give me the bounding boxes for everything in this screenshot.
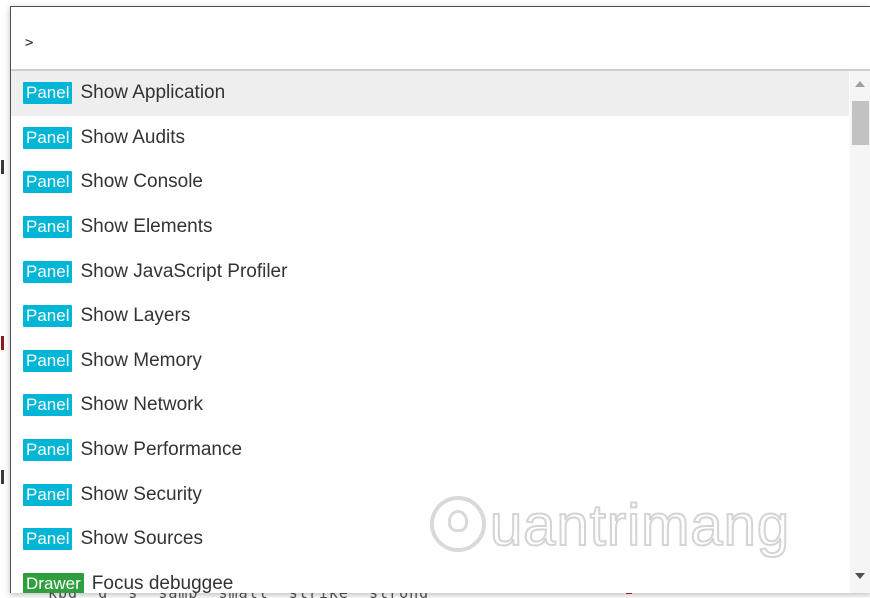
command-input[interactable] (25, 31, 845, 55)
command-item[interactable]: Panel Show Console (11, 160, 849, 205)
command-label: Show Memory (80, 349, 202, 371)
category-badge: Panel (23, 439, 73, 462)
command-label: Show Elements (80, 216, 213, 238)
background-glyph (1, 336, 4, 350)
command-menu: PanelShow ApplicationPanelShow AuditsPan… (10, 6, 870, 593)
command-label: Show Performance (80, 439, 243, 461)
command-label: Show Network (80, 394, 203, 416)
command-prompt-row (11, 7, 870, 71)
command-item[interactable]: Panel Show JavaScript Profiler (11, 249, 849, 294)
category-badge: Panel (23, 216, 73, 239)
scrollbar-thumb[interactable] (852, 101, 869, 145)
background-page-edge (0, 0, 10, 598)
command-item[interactable]: Panel Show Memory (11, 339, 849, 384)
command-label: Show Sources (80, 528, 203, 550)
category-badge: Panel (23, 394, 73, 417)
category-badge: Panel (23, 305, 73, 328)
background-glyph (1, 160, 4, 174)
command-list-scrollbar[interactable] (850, 71, 870, 593)
command-item[interactable]: Panel Show Audits (11, 116, 849, 161)
background-glyph (1, 470, 4, 484)
command-item[interactable]: Panel Show Performance (11, 428, 849, 473)
category-badge: Panel (23, 260, 73, 283)
command-list[interactable]: Panel Show Application Panel Show Audits Pan… (11, 71, 849, 593)
command-label: Show Application (80, 82, 226, 104)
command-label: Show JavaScript Profiler (80, 260, 288, 282)
devtools-window: kbd q s samp small strike strong PanelSh… (0, 0, 870, 598)
category-badge: Panel (23, 126, 73, 149)
scroll-up-arrow-icon[interactable] (855, 81, 865, 87)
category-badge: Panel (23, 483, 73, 506)
command-label: Show Layers (80, 305, 191, 327)
command-label: Show Security (80, 483, 202, 505)
command-item[interactable]: Panel Show Security (11, 472, 849, 517)
command-item[interactable]: Panel Show Application (11, 71, 849, 116)
scroll-down-arrow-icon[interactable] (855, 573, 865, 579)
category-badge: Panel (23, 528, 73, 551)
command-item[interactable]: Panel Show Elements (11, 205, 849, 250)
category-badge: Panel (23, 349, 73, 372)
command-item[interactable]: Panel Show Network (11, 383, 849, 428)
command-label: Show Console (80, 171, 204, 193)
command-label: Show Audits (80, 126, 186, 148)
command-label: Focus debuggee (91, 572, 234, 593)
command-item[interactable]: Drawer Focus debuggee (11, 562, 849, 593)
category-badge: Panel (23, 82, 73, 105)
command-item[interactable]: Panel Show Layers (11, 294, 849, 339)
command-item[interactable]: Panel Show Sources (11, 517, 849, 562)
category-badge: Drawer (23, 572, 84, 593)
category-badge: Panel (23, 171, 73, 194)
